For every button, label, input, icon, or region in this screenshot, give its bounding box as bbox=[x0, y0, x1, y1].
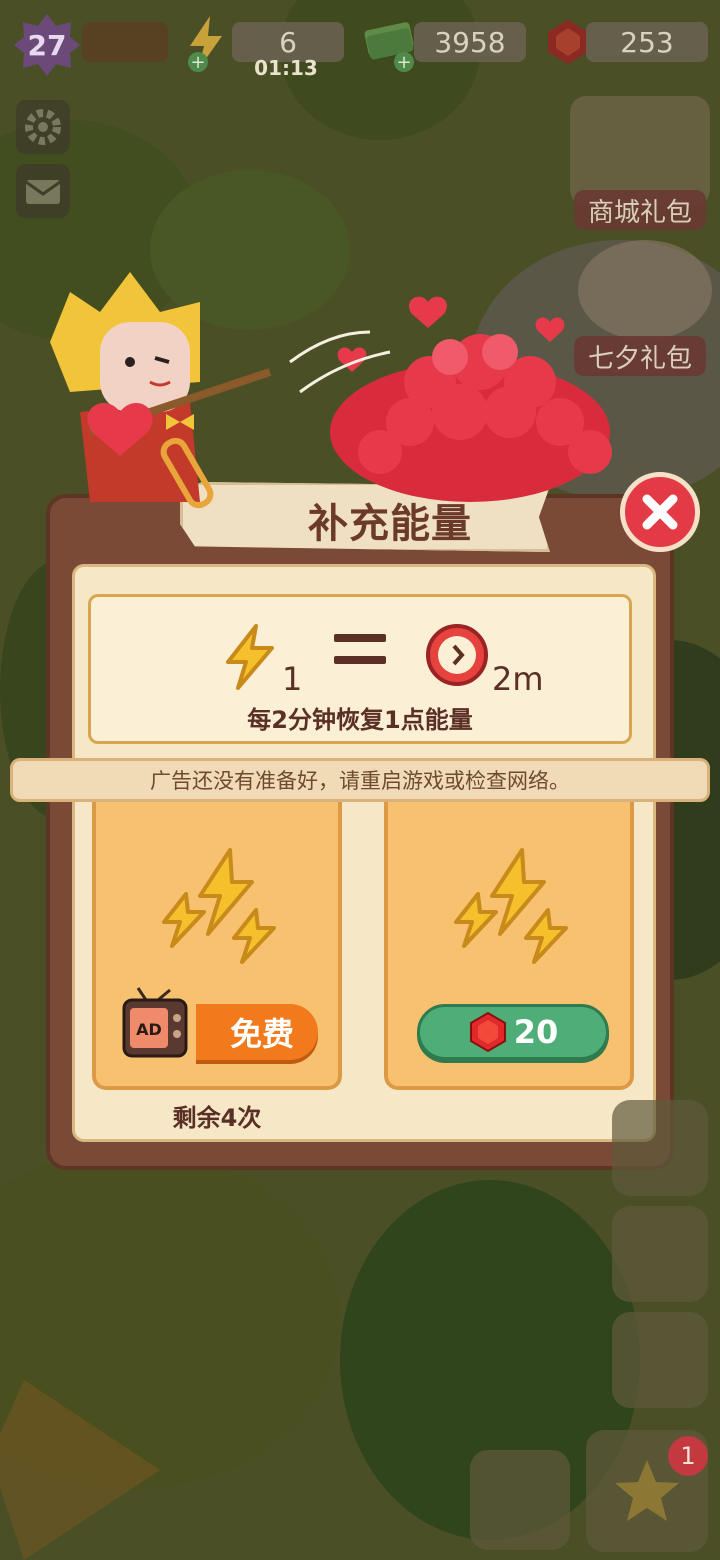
gem-counter[interactable]: 253 bbox=[586, 22, 708, 62]
level-badge[interactable]: 27 bbox=[12, 10, 82, 80]
energy-value: 6 bbox=[279, 25, 297, 59]
rate-energy-amount: 1 bbox=[282, 660, 303, 698]
hearts-pile bbox=[330, 334, 612, 502]
ads-remaining-count: 剩余4次 bbox=[172, 1104, 262, 1132]
side-button-1[interactable] bbox=[612, 1100, 708, 1196]
gem-price: 20 bbox=[513, 1013, 559, 1051]
mall-pack-label: 商城礼包 bbox=[573, 190, 706, 230]
clock-icon bbox=[426, 624, 488, 686]
cash-stack-icon: + bbox=[364, 22, 414, 72]
rate-time-amount: 2m bbox=[492, 660, 544, 698]
energy-bolt-icon: + bbox=[188, 16, 222, 73]
rate-description: 每2分钟恢复1点能量 bbox=[247, 706, 473, 734]
energy-bolts-pile-icon bbox=[454, 848, 568, 964]
svg-text:+: + bbox=[396, 52, 411, 72]
cupid-character bbox=[50, 272, 272, 509]
notification-badge: 1 bbox=[668, 1436, 708, 1476]
cupid-character-illustration bbox=[50, 272, 612, 509]
level-number: 27 bbox=[27, 28, 67, 62]
top-hud: 27 + 6 01:13 + 3958 253 bbox=[0, 0, 720, 90]
ruby-gem-icon bbox=[469, 1011, 506, 1053]
mail-button[interactable] bbox=[16, 164, 70, 218]
svg-text:+: + bbox=[190, 52, 205, 73]
ad-not-ready-toast: 广告还没有准备好，请重启游戏或检查网络。 bbox=[10, 758, 710, 802]
toast-message: 广告还没有准备好，请重启游戏或检查网络。 bbox=[150, 769, 570, 793]
close-button[interactable] bbox=[620, 472, 700, 552]
energy-bolt-icon bbox=[226, 624, 274, 690]
balloon-button[interactable] bbox=[470, 1450, 570, 1550]
gear-icon bbox=[25, 109, 61, 145]
cash-counter[interactable]: 3958 bbox=[414, 22, 526, 62]
xp-bar bbox=[82, 22, 168, 62]
side-button-2[interactable] bbox=[612, 1206, 708, 1302]
ad-tv-icon: AD bbox=[122, 987, 188, 1058]
mail-icon bbox=[25, 180, 61, 204]
equals-sign bbox=[334, 630, 386, 670]
energy-bolts-pile-icon bbox=[162, 848, 276, 964]
close-icon bbox=[642, 494, 678, 530]
ruby-gem-icon bbox=[548, 20, 588, 64]
watch-ad-free-button[interactable]: 免费 bbox=[196, 1004, 318, 1060]
cash-value: 3958 bbox=[434, 25, 506, 59]
energy-timer: 01:13 bbox=[254, 56, 318, 80]
task-list-button[interactable] bbox=[612, 1312, 708, 1408]
free-button-label: 免费 bbox=[229, 1015, 294, 1053]
buy-with-gems-button[interactable]: 20 bbox=[417, 1004, 609, 1060]
settings-button[interactable] bbox=[16, 100, 70, 154]
ad-tv-label: AD bbox=[136, 1020, 162, 1039]
gem-value: 253 bbox=[620, 25, 674, 59]
